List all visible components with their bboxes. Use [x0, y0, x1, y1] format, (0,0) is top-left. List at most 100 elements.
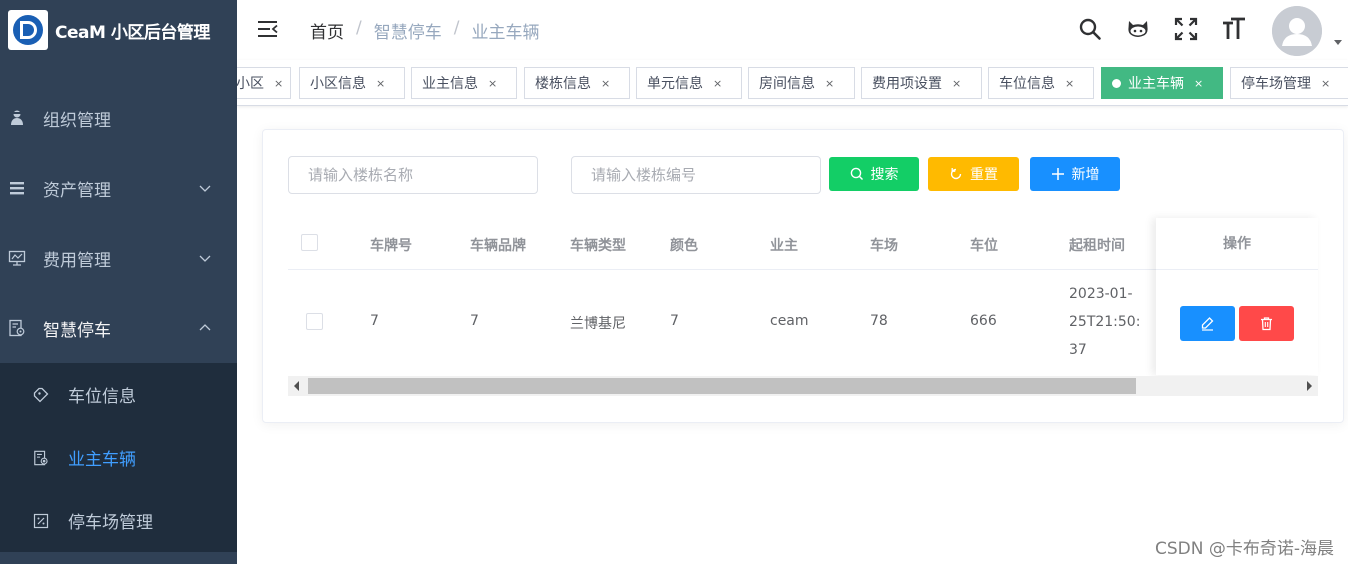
select-all-checkbox[interactable]	[301, 234, 318, 251]
navbar: 首页 / 智慧停车 / 业主车辆	[237, 0, 1348, 60]
vehicles-table: 车牌号 车辆品牌 车辆类型 颜色 业主 车场 车位 起租时间 7 7 兰博基尼 …	[288, 218, 1318, 398]
close-icon[interactable]: ×	[376, 77, 385, 90]
tag-unit-info[interactable]: 单元信息 ×	[636, 67, 742, 99]
cell-type: 兰博基尼	[570, 316, 626, 332]
close-icon[interactable]: ×	[713, 77, 722, 90]
close-icon[interactable]: ×	[274, 77, 283, 90]
breadcrumb-smart-parking: 智慧停车	[373, 23, 442, 43]
monitor-icon	[8, 249, 26, 267]
cell-lot: 78	[870, 313, 888, 329]
sidebar-item-label: 资产管理	[43, 180, 111, 201]
tag-building-info[interactable]: 楼栋信息 ×	[524, 67, 630, 99]
sidebar-item-label: 智慧停车	[43, 320, 111, 341]
close-icon[interactable]: ×	[1194, 77, 1203, 90]
breadcrumb-separator: /	[356, 18, 362, 38]
close-icon[interactable]: ×	[601, 77, 610, 90]
scrollbar-thumb[interactable]	[308, 378, 1136, 394]
active-dot-icon	[1112, 78, 1121, 88]
tag-community[interactable]: 小区 ×	[237, 67, 291, 99]
close-icon[interactable]: ×	[825, 77, 834, 90]
logo-icon	[8, 10, 48, 50]
actions-column: 操作	[1156, 218, 1318, 375]
column-header-plate[interactable]: 车牌号	[370, 235, 412, 255]
breadcrumb-home[interactable]: 首页	[310, 18, 344, 43]
tag-label: 业主信息	[422, 76, 478, 92]
avatar[interactable]	[1272, 6, 1322, 56]
cell-space: 666	[970, 313, 997, 329]
sidebar-subitem-parking-spaces[interactable]: 车位信息	[0, 363, 237, 426]
sidebar-subitem-label: 停车场管理	[68, 513, 153, 533]
github-icon[interactable]	[1126, 17, 1150, 41]
search-icon	[850, 167, 863, 180]
column-header-owner[interactable]: 业主	[770, 235, 798, 255]
sidebar-item-assets[interactable]: 资产管理	[0, 153, 237, 223]
column-header-brand[interactable]: 车辆品牌	[470, 235, 526, 255]
fullscreen-icon[interactable]	[1174, 17, 1198, 41]
app-title: CeaM 小区后台管理	[55, 22, 210, 43]
list-icon	[8, 179, 26, 197]
tag-fee-settings[interactable]: 费用项设置 ×	[861, 67, 982, 99]
main-card: 搜索 重置 新增 车牌号 车辆品牌 车辆类型 颜色 业主 车场 车位 起租时间 …	[262, 129, 1344, 423]
people-icon	[8, 109, 26, 127]
column-header-start-time[interactable]: 起租时间	[1069, 235, 1125, 255]
edit-button[interactable]	[1180, 306, 1235, 341]
close-icon[interactable]: ×	[952, 77, 961, 90]
tag-parking-lot-management[interactable]: 停车场管理 ×	[1230, 67, 1348, 99]
plus-icon	[1051, 168, 1064, 180]
row-checkbox[interactable]	[306, 313, 323, 330]
watermark: CSDN @卡布奇诺-海晨	[1154, 539, 1334, 559]
breadcrumb: 首页 / 智慧停车 / 业主车辆	[310, 18, 539, 43]
column-header-space[interactable]: 车位	[970, 235, 998, 255]
font-size-icon[interactable]	[1222, 17, 1246, 41]
sidebar-item-smart-parking[interactable]: 智慧停车	[0, 293, 237, 363]
tag-label: 小区信息	[310, 76, 366, 92]
tag-icon	[32, 386, 50, 404]
sidebar-item-organization[interactable]: 组织管理	[0, 83, 237, 153]
sidebar-subitem-owner-vehicles[interactable]: 业主车辆	[0, 426, 237, 489]
column-header-color[interactable]: 颜色	[670, 235, 698, 255]
scroll-left-icon[interactable]	[294, 381, 299, 391]
add-button-label: 新增	[1071, 167, 1100, 183]
trash-icon	[1261, 317, 1272, 331]
sidebar-item-label: 费用管理	[43, 250, 111, 271]
tag-owner-vehicles[interactable]: 业主车辆 ×	[1101, 67, 1223, 99]
reset-button-label: 重置	[970, 167, 998, 183]
sidebar-subitem-parking-lot-management[interactable]: 停车场管理	[0, 489, 237, 552]
reset-button[interactable]: 重置	[928, 157, 1019, 191]
close-icon[interactable]: ×	[1065, 77, 1074, 90]
sidebar: CeaM 小区后台管理 组织管理 资产管理 费用管理 智慧停车 车位信息 业主车…	[0, 0, 237, 564]
column-header-type[interactable]: 车辆类型	[570, 235, 626, 255]
logo[interactable]: CeaM 小区后台管理	[0, 0, 237, 60]
search-button[interactable]: 搜索	[829, 157, 919, 191]
refresh-icon	[950, 168, 962, 180]
chevron-up-icon	[199, 324, 211, 331]
caret-down-icon[interactable]	[1334, 40, 1342, 45]
building-code-input[interactable]	[571, 156, 821, 194]
tag-community-info[interactable]: 小区信息 ×	[299, 67, 405, 99]
building-name-input[interactable]	[288, 156, 538, 194]
tag-parking-space-info[interactable]: 车位信息 ×	[988, 67, 1094, 99]
tag-room-info[interactable]: 房间信息 ×	[748, 67, 855, 99]
sidebar-subitem-label: 车位信息	[68, 387, 136, 407]
tag-label: 单元信息	[647, 76, 703, 92]
close-icon[interactable]: ×	[1321, 77, 1330, 90]
column-header-lot[interactable]: 车场	[870, 235, 898, 255]
horizontal-scrollbar[interactable]	[288, 376, 1318, 396]
percent-icon	[32, 512, 50, 530]
scroll-right-icon[interactable]	[1307, 381, 1312, 391]
submenu-smart-parking: 车位信息 业主车辆 停车场管理	[0, 363, 237, 552]
add-button[interactable]: 新增	[1030, 157, 1120, 191]
cell-plate: 7	[370, 313, 379, 329]
close-icon[interactable]: ×	[488, 77, 497, 90]
column-header-actions: 操作	[1156, 218, 1318, 270]
delete-button[interactable]	[1239, 306, 1294, 341]
sidebar-item-fees[interactable]: 费用管理	[0, 223, 237, 293]
tag-label: 业主车辆	[1128, 76, 1184, 92]
search-button-label: 搜索	[870, 167, 899, 183]
search-icon[interactable]	[1078, 17, 1102, 41]
hamburger-icon[interactable]	[257, 18, 279, 40]
cell-brand: 7	[470, 313, 479, 329]
tag-owner-info[interactable]: 业主信息 ×	[411, 67, 517, 99]
tag-label: 车位信息	[999, 76, 1055, 92]
parking-icon	[8, 319, 26, 337]
